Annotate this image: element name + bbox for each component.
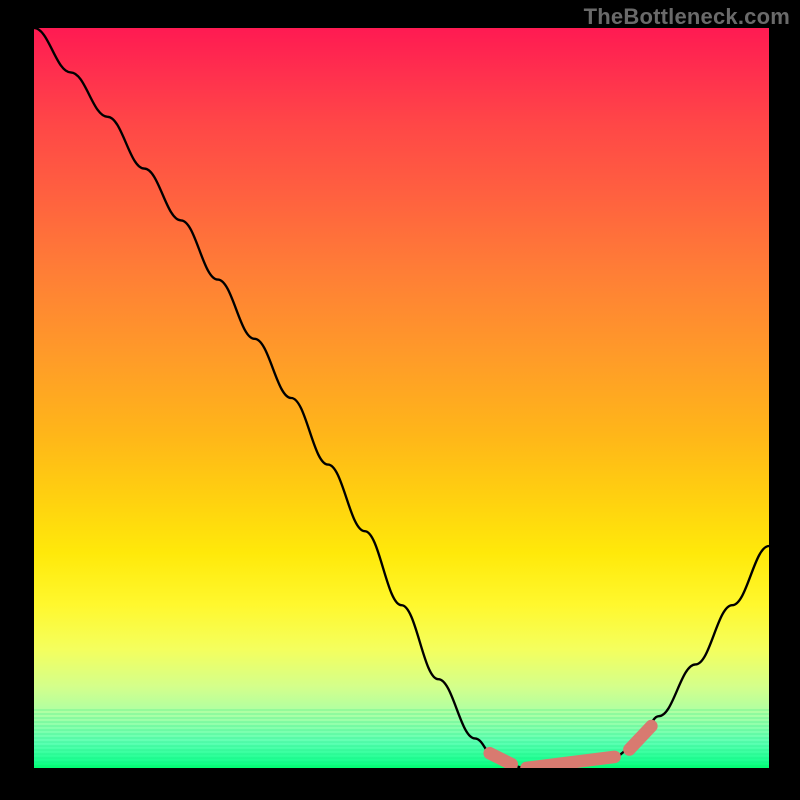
optimal-band-marker-left — [490, 753, 512, 764]
plot-area — [34, 28, 769, 768]
bottleneck-curve-path — [34, 28, 769, 768]
optimal-band-marker-mid — [526, 757, 614, 768]
chart-frame: TheBottleneck.com — [0, 0, 800, 800]
chart-svg — [34, 28, 769, 768]
watermark-text: TheBottleneck.com — [584, 4, 790, 30]
optimal-band-marker-right — [629, 726, 651, 749]
